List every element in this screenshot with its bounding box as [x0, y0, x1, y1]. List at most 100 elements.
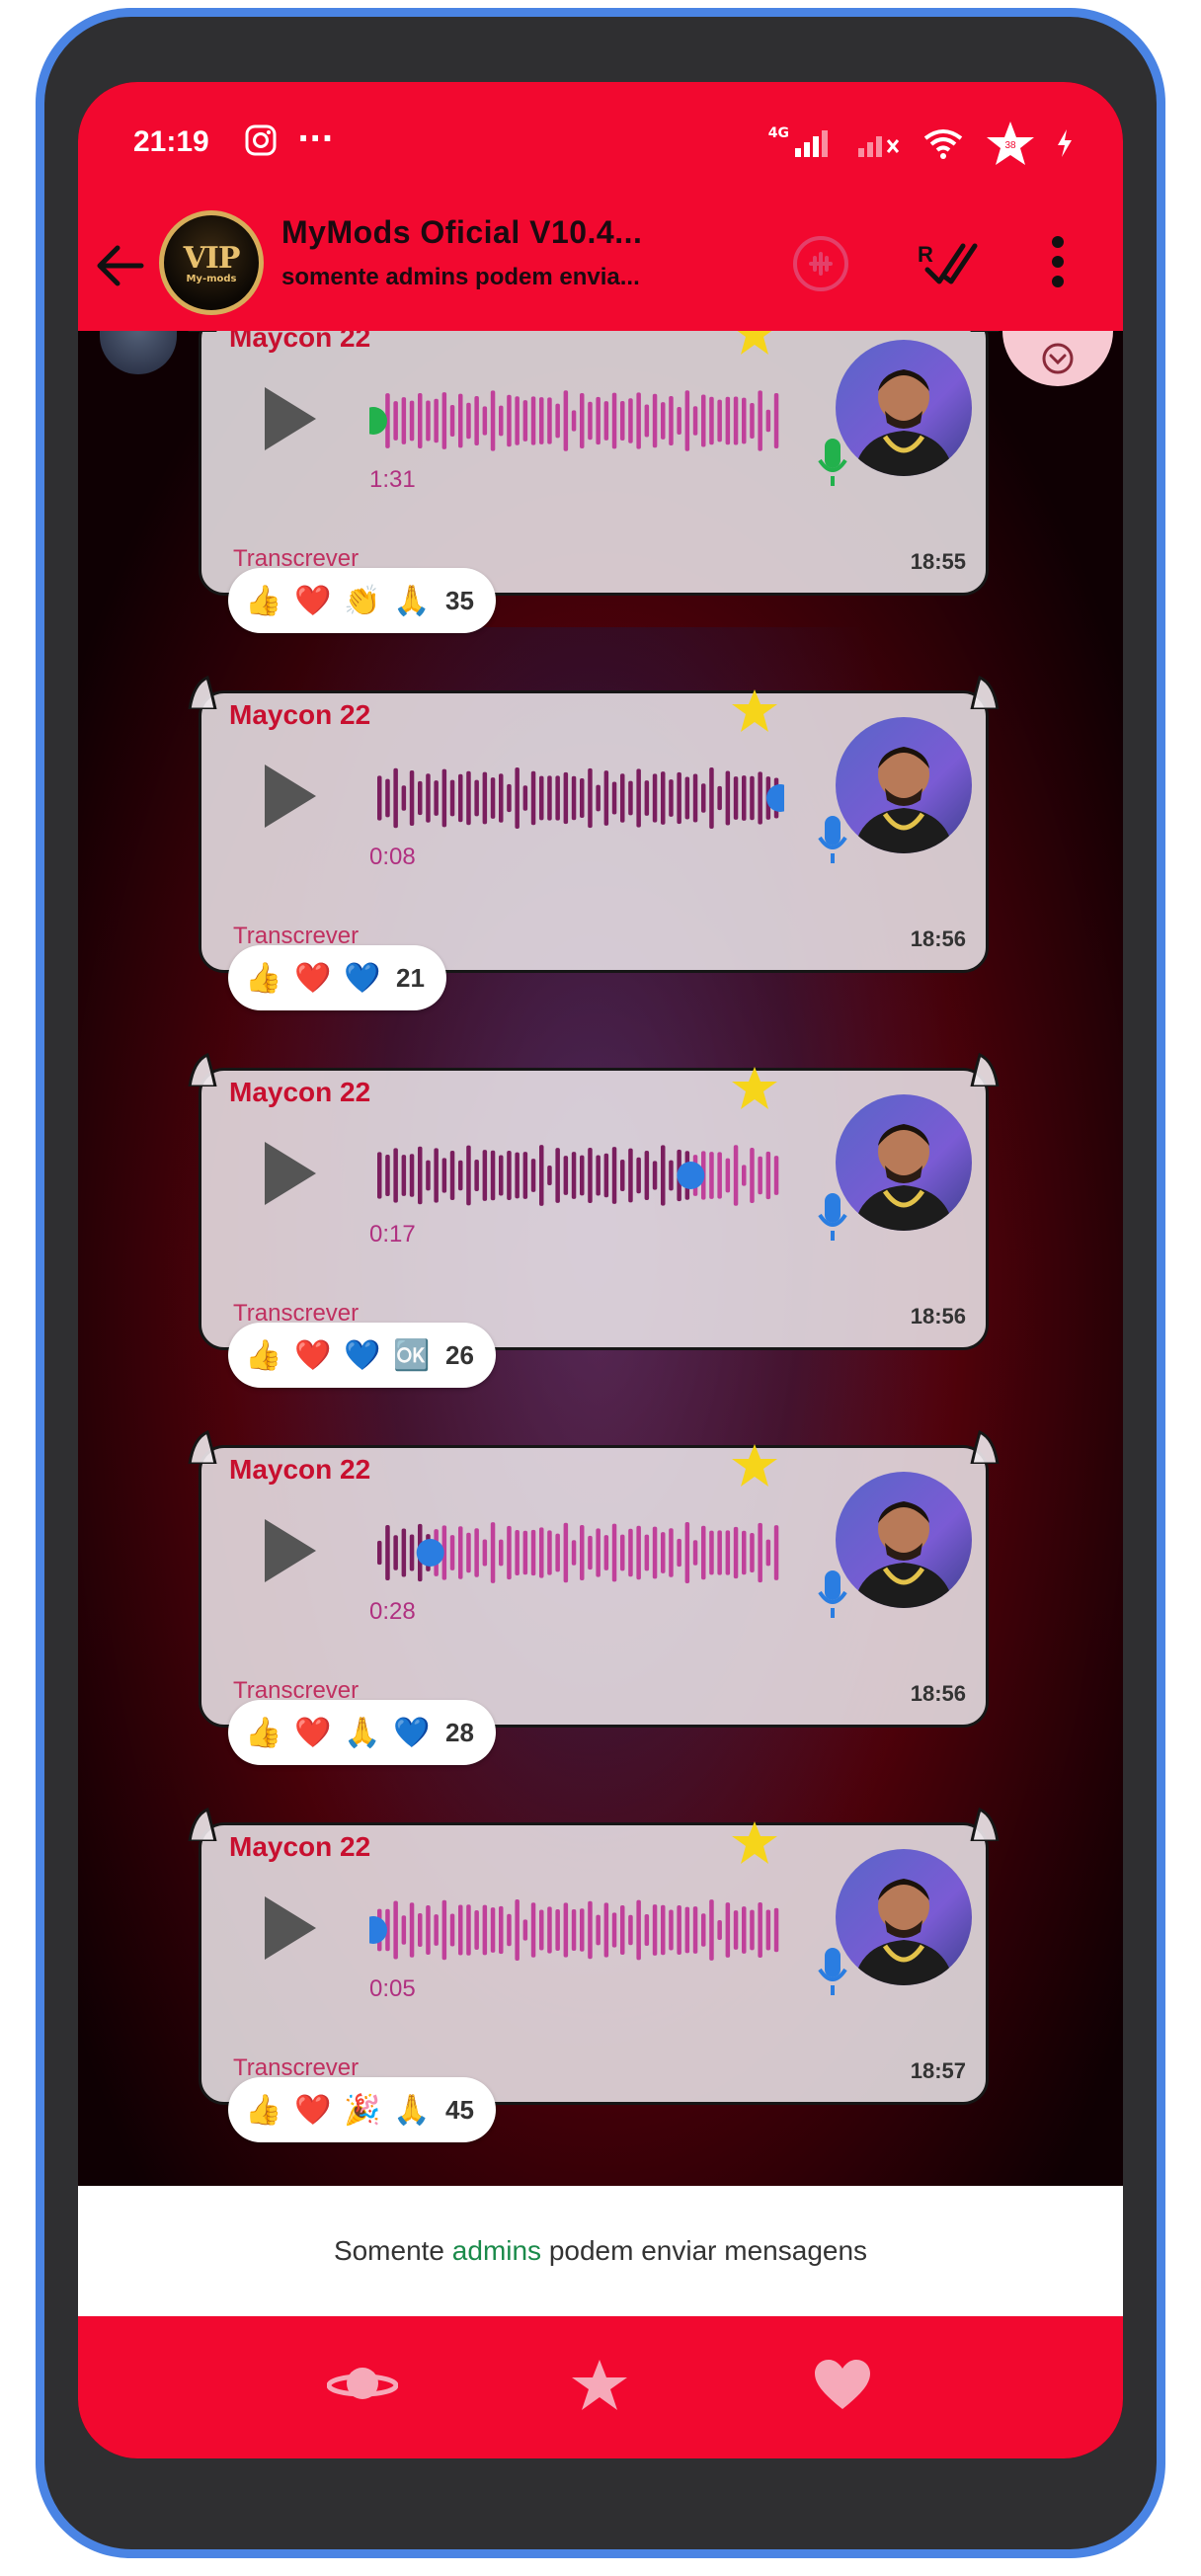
microphone-icon	[818, 437, 847, 492]
waveform-bar	[692, 773, 698, 823]
waveform-bar	[547, 775, 552, 821]
waveform-bar	[449, 779, 455, 817]
play-button[interactable]	[259, 1513, 322, 1592]
bubble-ear-right	[970, 1430, 1000, 1464]
reaction-bar[interactable]: 👍 ❤️ 💙 🆗 26	[228, 1323, 496, 1388]
voice-message-bubble[interactable]: Maycon 22 0:28 Transcrever 18:56	[188, 1430, 1000, 1728]
waveform-bar	[507, 783, 512, 813]
waveform-bar	[636, 1157, 641, 1194]
waveform-bar	[636, 1525, 641, 1580]
waveform-bar	[669, 396, 674, 445]
waveform-bar	[522, 1152, 528, 1199]
sender-avatar[interactable]	[100, 331, 177, 374]
audio-waveform[interactable]	[369, 761, 784, 836]
audio-waveform[interactable]	[369, 1515, 784, 1590]
waveform-bar	[725, 770, 731, 826]
waveform-bar	[490, 777, 496, 819]
play-button[interactable]	[259, 1891, 322, 1970]
reaction-emoji: ❤️	[294, 1715, 332, 1750]
waveform-bar	[474, 1528, 479, 1577]
waveform-bar	[474, 1160, 479, 1191]
reaction-bar[interactable]: 👍 ❤️ 👏 🙏 35	[228, 568, 496, 633]
waveform-bar	[652, 393, 658, 448]
waveform-bar	[628, 780, 633, 816]
more-options-icon[interactable]	[1050, 234, 1066, 293]
group-subtitle[interactable]: somente admins podem envia...	[281, 264, 640, 291]
waveform-bar	[661, 1904, 666, 1956]
audio-waveform[interactable]	[369, 1138, 784, 1213]
waveform-bar	[620, 400, 625, 442]
waveform-bar	[530, 396, 536, 445]
chat-area[interactable]: Maycon 22 1:31 Transcrever 18:55 👍 ❤️ 👏 🙏 35 Mayc…	[78, 331, 1123, 2186]
bubble-ear-left	[188, 676, 217, 709]
phone-frame: 21:19 ··· 4G 38 VIP My-mods MyMods Ofici…	[36, 8, 1165, 2558]
sender-name[interactable]: Maycon 22	[229, 1454, 370, 1486]
notice-admins[interactable]: admins	[452, 2235, 541, 2267]
waveform-bar	[677, 1905, 681, 1955]
reaction-bar[interactable]: 👍 ❤️ 💙 21	[228, 945, 446, 1010]
reaction-emoji: 💙	[344, 960, 381, 996]
group-avatar[interactable]: VIP My-mods	[159, 210, 264, 315]
waveform-bar	[765, 1539, 771, 1567]
bubble-ear-right	[970, 1053, 1000, 1087]
waveform-bar	[401, 1155, 407, 1196]
microphone-icon	[818, 1946, 847, 2001]
sender-name[interactable]: Maycon 22	[229, 331, 370, 354]
waveform-bar	[596, 396, 600, 445]
waveform-bar	[555, 403, 560, 439]
voice-message-bubble[interactable]: Maycon 22 0:17 Transcrever 18:56	[188, 1053, 1000, 1350]
reaction-emoji: 👍	[245, 1337, 282, 1373]
signal-2-icon	[856, 128, 902, 162]
waveform-bar	[611, 781, 617, 815]
sender-name[interactable]: Maycon 22	[229, 1831, 370, 1863]
waveform-bar	[474, 1909, 479, 1951]
voice-message-bubble[interactable]: Maycon 22 1:31 Transcrever 18:55	[188, 331, 1000, 596]
scroll-down-button[interactable]	[1002, 331, 1113, 386]
voice-message-bubble[interactable]: Maycon 22 0:08 Transcrever 18:56	[188, 676, 1000, 973]
heart-icon[interactable]	[813, 2358, 872, 2415]
waveform-bar	[482, 1904, 488, 1956]
status-bar: 21:19 ··· 4G 38	[78, 82, 1123, 202]
play-button[interactable]	[259, 1136, 322, 1215]
waveform-bar	[490, 1150, 496, 1201]
back-arrow-icon[interactable]	[94, 242, 145, 293]
waveform-bar	[580, 1908, 585, 1952]
waveform-bar	[449, 1151, 455, 1200]
waveform-bar	[692, 1540, 698, 1566]
waveform-bar	[773, 1525, 779, 1580]
waveform-bar	[742, 775, 747, 821]
waveform-bar	[418, 1913, 423, 1947]
sender-voice-avatar	[836, 717, 972, 853]
playback-position-dot	[416, 1539, 444, 1567]
read-status-icon[interactable]: R	[918, 238, 983, 289]
reaction-bar[interactable]: 👍 ❤️ 🎉 🙏 45	[228, 2077, 496, 2142]
sender-name[interactable]: Maycon 22	[229, 1077, 370, 1108]
waveform-bar	[717, 1530, 722, 1575]
reaction-bar[interactable]: 👍 ❤️ 🙏 💙 28	[228, 1700, 496, 1765]
group-title[interactable]: MyMods Oficial V10.4...	[281, 214, 642, 251]
waveform-bar	[684, 1906, 690, 1954]
waveform-bar	[742, 397, 747, 444]
waveform-bar	[507, 1151, 512, 1200]
reaction-emoji: 👍	[245, 960, 282, 996]
waveform-bar	[458, 773, 463, 823]
waveform-bar	[515, 1530, 520, 1575]
reaction-emoji: ❤️	[294, 583, 332, 618]
waveform-bar	[409, 1154, 415, 1197]
audio-waveform[interactable]	[369, 383, 784, 458]
play-button[interactable]	[259, 759, 322, 838]
waveform-bar	[717, 399, 722, 443]
sender-name[interactable]: Maycon 22	[229, 699, 370, 731]
waveform-bar	[661, 1532, 666, 1573]
waveform-bar	[596, 1914, 600, 1946]
audio-waveform[interactable]	[369, 1892, 784, 1968]
call-icon[interactable]	[789, 232, 852, 299]
waveform-bar	[499, 1539, 504, 1567]
voice-message-bubble[interactable]: Maycon 22 0:05 Transcrever 18:57	[188, 1808, 1000, 2105]
reaction-emoji: ❤️	[294, 960, 332, 996]
play-button[interactable]	[259, 381, 322, 460]
admins-only-notice: Somente admins podem enviar mensagens	[78, 2186, 1123, 2316]
star-icon[interactable]	[570, 2358, 629, 2417]
planet-icon[interactable]	[326, 2358, 399, 2413]
waveform-bar	[765, 1151, 771, 1200]
